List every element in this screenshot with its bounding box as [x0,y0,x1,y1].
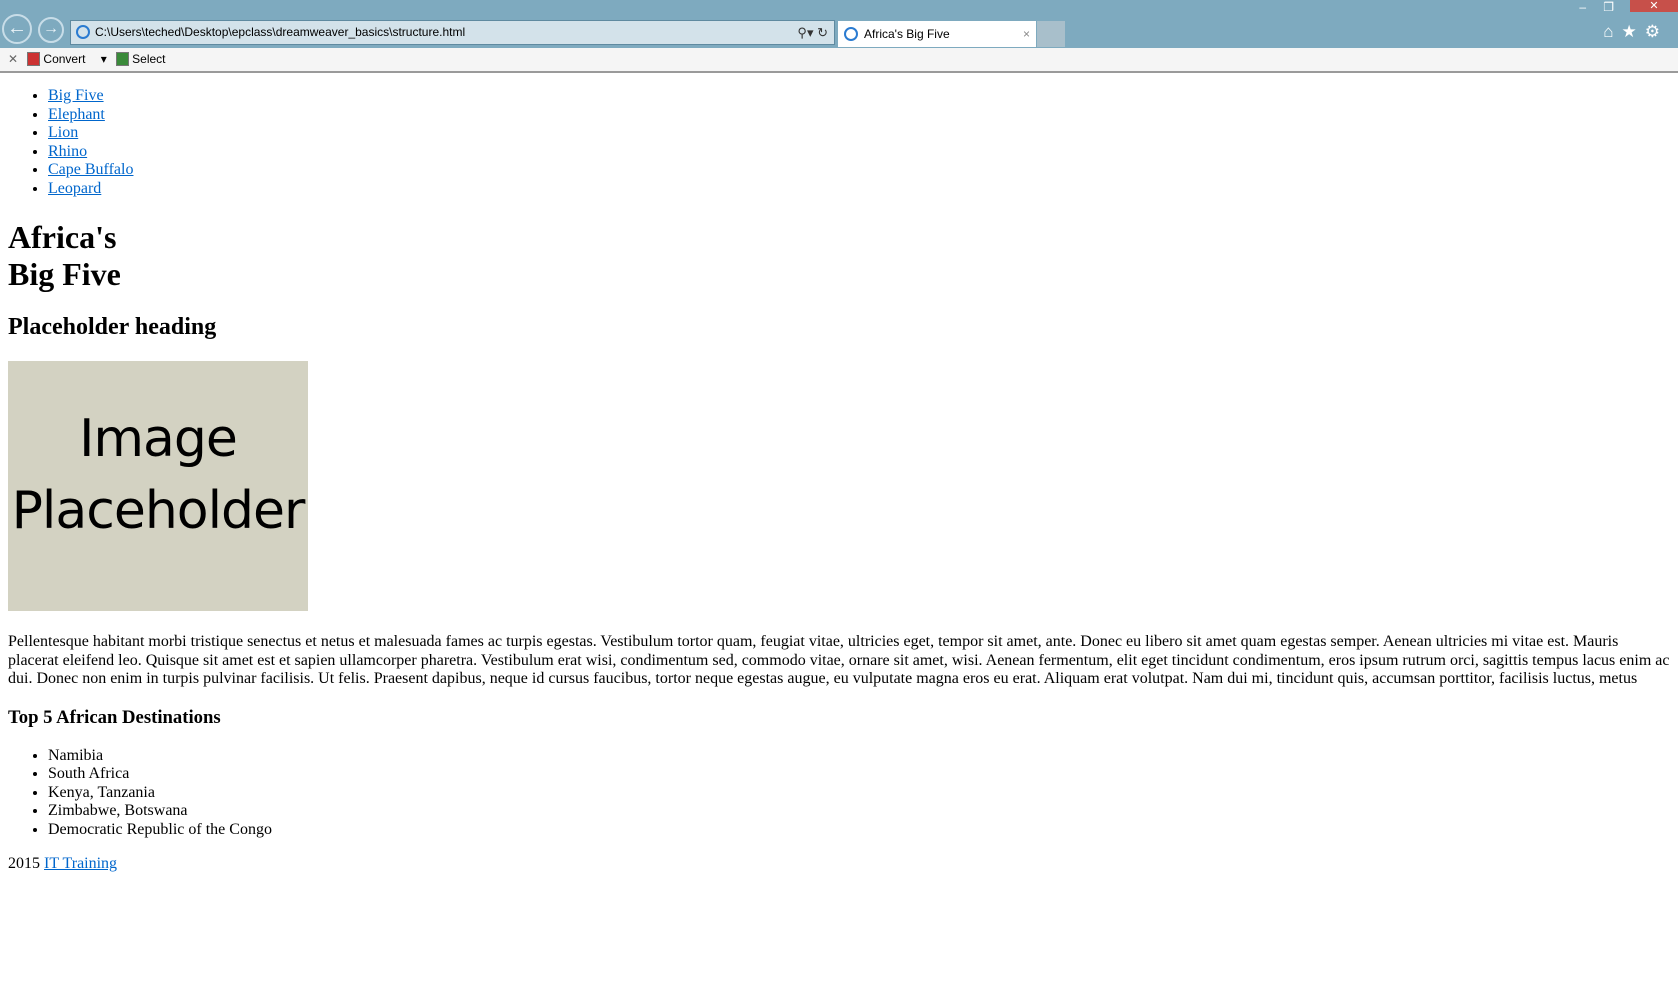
tab-africas-big-five[interactable]: Africa's Big Five × [838,21,1036,47]
footer: 2015 IT Training [8,855,118,872]
it-training-link[interactable]: IT Training [44,855,117,872]
destinations-list: Namibia South Africa Kenya, Tanzania Zim… [8,747,1670,840]
home-icon[interactable]: ⌂ [1603,22,1621,41]
nav-item: Big Five [48,87,1670,106]
pdf-select-icon [116,52,130,66]
close-toolbar-icon[interactable]: ✕ [8,52,18,66]
address-text: C:\Users\teched\Desktop\epclass\dreamwea… [95,25,466,39]
search-icon[interactable]: ⚲▾ [797,25,813,40]
browser-chrome: ← → C:\Users\teched\Desktop\epclass\drea… [0,0,1678,48]
nav-link-rhino[interactable]: Rhino [48,143,87,160]
nav-link-elephant[interactable]: Elephant [48,106,105,123]
back-button[interactable]: ← [2,14,32,44]
new-tab-button[interactable] [1037,21,1065,47]
convert-dropdown-icon[interactable]: ▾ [101,52,107,66]
window-close-icon[interactable]: ✕ [1630,0,1678,12]
ie-page-icon [76,25,90,39]
address-bar[interactable]: C:\Users\teched\Desktop\epclass\dreamwea… [70,20,835,45]
nav-link-lion[interactable]: Lion [48,124,78,141]
tab-title: Africa's Big Five [864,27,950,41]
nav-link-leopard[interactable]: Leopard [48,180,101,197]
list-item: Namibia [48,747,1670,766]
nav-link-big-five[interactable]: Big Five [48,87,104,104]
nav-item: Elephant [48,106,1670,125]
select-button[interactable]: Select [116,52,171,66]
command-bar: ✕ Convert ▾ Select [0,48,1678,73]
list-item: Zimbabwe, Botswana [48,802,1670,821]
destinations-heading: Top 5 African Destinations [8,706,221,728]
page-content: Big Five Elephant Lion Rhino Cape Buffal… [0,87,1678,873]
convert-button[interactable]: Convert [27,52,91,66]
nav-item: Cape Buffalo [48,161,1670,180]
list-item: Democratic Republic of the Congo [48,821,1670,840]
ie-tab-icon [844,27,858,41]
list-item: Kenya, Tanzania [48,784,1670,803]
nav-item: Leopard [48,180,1670,199]
nav-item: Lion [48,124,1670,143]
restore-icon[interactable]: ❐ [1603,0,1614,14]
body-paragraph: Pellentesque habitant morbi tristique se… [8,633,1670,687]
page-title: Africa's Big Five [8,219,121,292]
minimize-icon[interactable]: – [1579,0,1586,14]
favorites-star-icon[interactable]: ★ [1622,22,1645,41]
pdf-convert-icon [27,52,41,66]
image-placeholder: Image Placeholder [8,361,308,611]
nav-item: Rhino [48,143,1670,162]
nav-link-cape-buffalo[interactable]: Cape Buffalo [48,161,133,178]
placeholder-heading: Placeholder heading [8,314,217,340]
refresh-icon[interactable]: ↻ [817,25,828,40]
list-item: South Africa [48,765,1670,784]
forward-button[interactable]: → [38,17,64,43]
gear-icon[interactable]: ⚙ [1645,22,1668,41]
tab-close-icon[interactable]: × [1023,21,1030,47]
nav-list: Big Five Elephant Lion Rhino Cape Buffal… [8,87,1670,198]
